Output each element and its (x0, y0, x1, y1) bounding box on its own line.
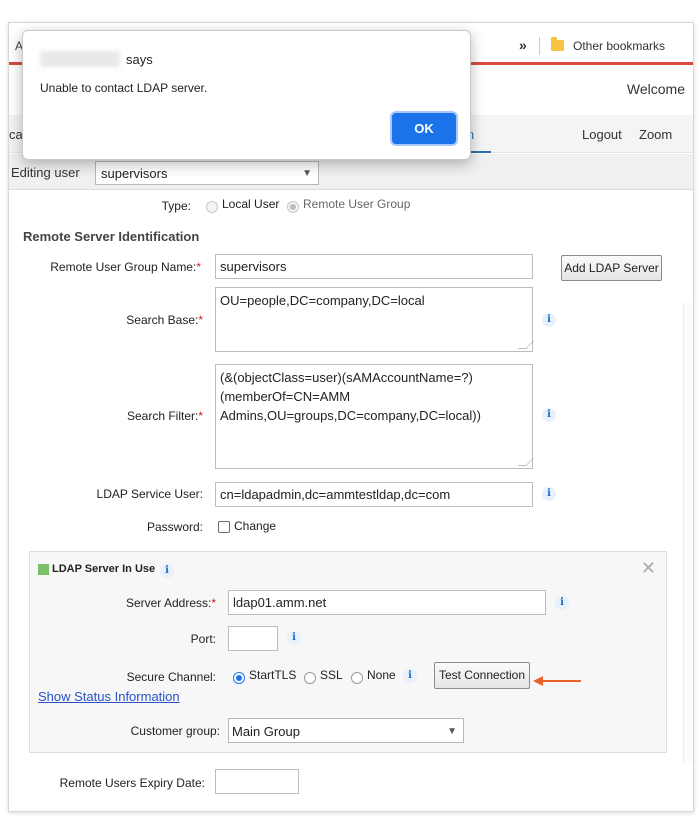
folder-icon[interactable] (551, 37, 564, 51)
editing-user-label: Editing user (11, 165, 80, 180)
info-icon[interactable]: i (542, 487, 556, 501)
expiry-date-label: Remote Users Expiry Date: (59, 776, 205, 790)
search-base-textarea[interactable]: OU=people,DC=company,DC=local (215, 287, 534, 352)
dialog-message: Unable to contact LDAP server. (40, 81, 208, 95)
test-connection-button[interactable]: Test Connection (434, 662, 530, 689)
none-radio[interactable] (351, 672, 363, 684)
show-status-link[interactable]: Show Status Information (38, 689, 180, 704)
type-remote-radio[interactable] (287, 201, 299, 213)
server-address-label: Server Address:* (125, 596, 216, 610)
chevron-down-icon: ▼ (447, 726, 457, 737)
port-input[interactable] (228, 626, 278, 651)
add-ldap-server-button[interactable]: Add LDAP Server (561, 255, 662, 281)
customer-group-select[interactable]: Main Group ▼ (228, 718, 464, 743)
dialog-origin-blurred (40, 51, 120, 67)
server-status-icon (38, 564, 49, 575)
ssl-radio[interactable] (304, 672, 316, 684)
dialog-says-text: says (126, 52, 153, 67)
resize-handle[interactable] (518, 341, 534, 349)
customer-group-label: Customer group: (130, 724, 220, 738)
nav-item-cut[interactable]: ca (9, 127, 23, 142)
info-icon[interactable]: i (403, 669, 417, 683)
chevron-down-icon: ▼ (302, 168, 312, 179)
logout-link[interactable]: Logout (582, 127, 622, 142)
starttls-radio[interactable] (233, 672, 245, 684)
password-change-label: Change (234, 519, 277, 533)
none-label: None (367, 668, 396, 682)
port-label: Port: (190, 632, 216, 646)
search-filter-textarea[interactable]: (&(objectClass=user)(sAMAccountName=?) (… (215, 364, 534, 469)
expiry-date-input[interactable] (215, 769, 299, 794)
ldap-server-panel: LDAP Server In Use i ✕ Server Address:* … (29, 551, 667, 753)
arrow-left-icon (533, 676, 581, 686)
user-select[interactable]: supervisors ▼ (95, 161, 319, 185)
starttls-label: StartTLS (249, 668, 297, 682)
info-icon[interactable]: i (542, 313, 556, 327)
info-icon[interactable]: i (542, 408, 556, 422)
server-address-input[interactable]: ldap01.amm.net (228, 590, 546, 615)
info-icon[interactable]: i (160, 564, 174, 578)
type-local-radio[interactable] (206, 201, 218, 213)
bookmarks-overflow-chevron-icon[interactable]: » (519, 37, 527, 53)
other-bookmarks-link[interactable]: Other bookmarks (573, 39, 665, 53)
info-icon[interactable]: i (287, 631, 301, 645)
close-icon[interactable]: ✕ (641, 558, 656, 579)
ssl-label: SSL (320, 668, 343, 682)
ldap-panel-title: LDAP Server In Use (52, 563, 156, 575)
service-user-input[interactable]: cn=ldapadmin,dc=ammtestldap,dc=com (215, 482, 533, 507)
scrollbar[interactable] (683, 303, 693, 763)
toolbar-separator (539, 37, 540, 55)
welcome-text: Welcome (626, 81, 685, 97)
user-select-value: supervisors (101, 166, 168, 181)
info-icon[interactable]: i (555, 596, 569, 610)
group-name-label: Remote User Group Name:* (50, 260, 201, 274)
group-name-input[interactable]: supervisors (215, 254, 533, 279)
customer-group-value: Main Group (232, 724, 300, 739)
service-user-label: LDAP Service User: (96, 487, 203, 501)
resize-handle[interactable] (518, 458, 534, 466)
search-filter-label: Search Filter:* (126, 409, 203, 423)
zoom-link[interactable]: Zoom (639, 127, 672, 142)
password-label: Password: (146, 520, 203, 534)
secure-channel-label: Secure Channel: (126, 670, 216, 684)
alert-dialog: says Unable to contact LDAP server. OK (22, 30, 471, 160)
password-change-checkbox[interactable] (218, 521, 230, 533)
type-local-label: Local User (222, 197, 280, 211)
search-base-label: Search Base:* (126, 313, 203, 327)
type-remote-label: Remote User Group (303, 197, 411, 211)
ok-button[interactable]: OK (392, 113, 456, 144)
section-title: Remote Server Identification (23, 229, 200, 244)
type-label: Type: (161, 199, 191, 213)
